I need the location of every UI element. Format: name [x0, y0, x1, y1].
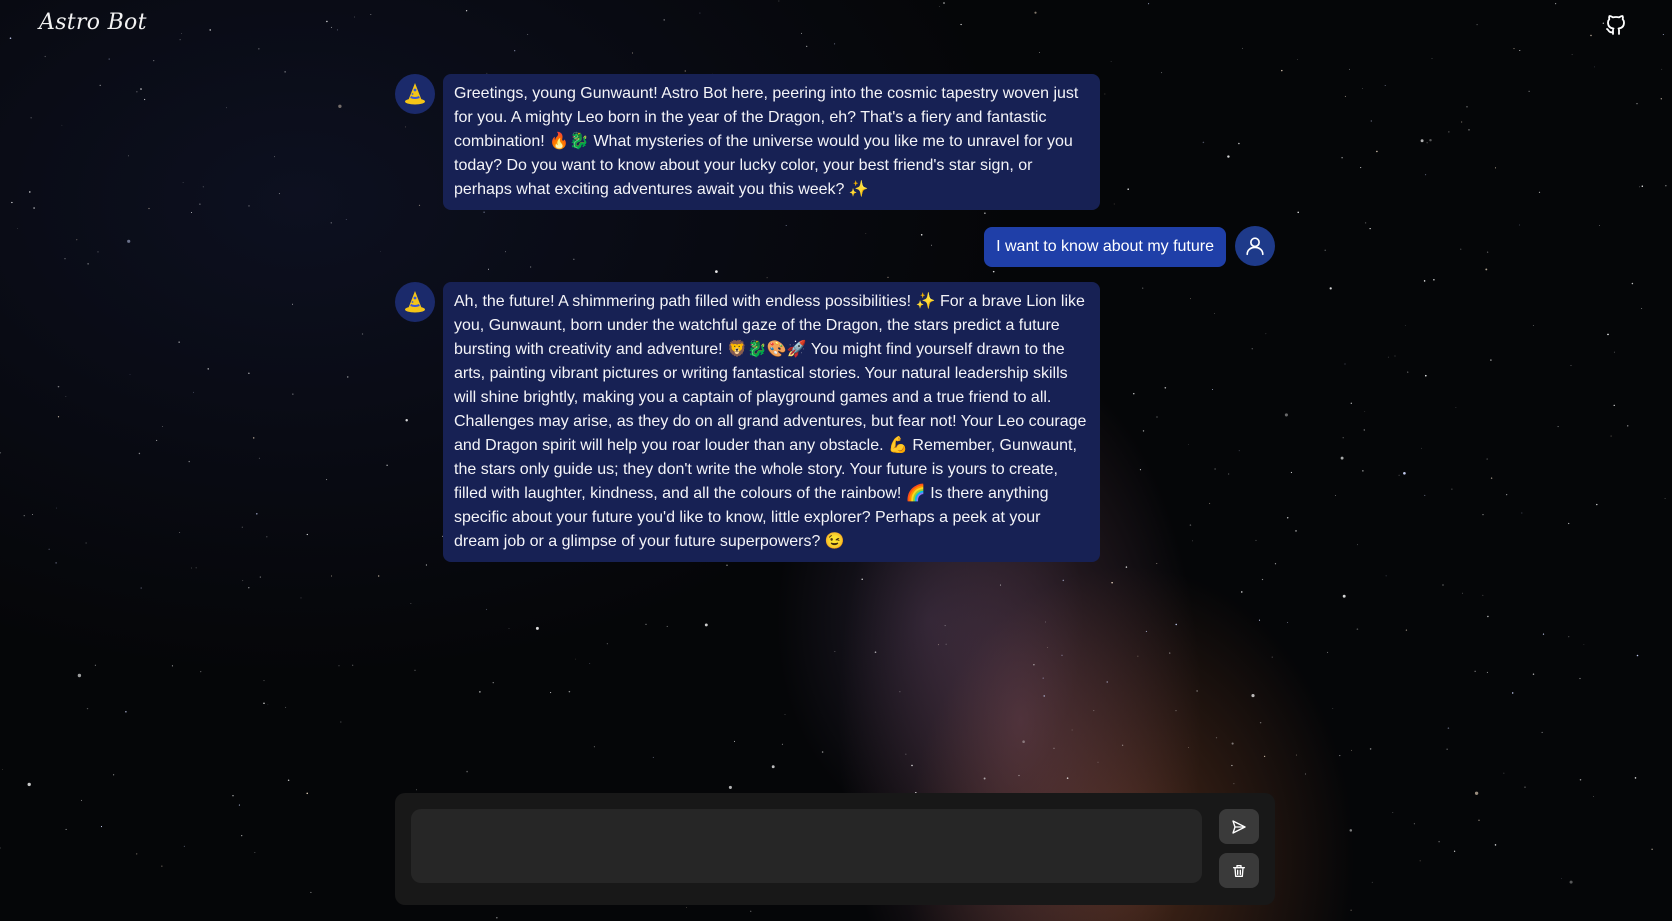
send-icon: [1232, 819, 1246, 834]
wizard-hat-icon: [405, 291, 425, 313]
message-composer: [395, 793, 1275, 905]
chat-thread: Greetings, young Gunwaunt! Astro Bot her…: [0, 0, 1672, 921]
bot-avatar: [395, 282, 435, 322]
user-avatar: [1235, 226, 1275, 266]
send-button[interactable]: [1219, 809, 1259, 844]
bot-message: Greetings, young Gunwaunt! Astro Bot her…: [443, 74, 1100, 210]
github-link[interactable]: [1604, 13, 1628, 37]
wizard-hat-icon: [405, 83, 425, 105]
message-input[interactable]: [411, 809, 1202, 883]
github-icon: [1606, 15, 1625, 35]
app-title: Astro Bot: [39, 10, 147, 35]
user-icon: [1246, 237, 1264, 256]
user-message: I want to know about my future: [984, 227, 1226, 267]
bot-message: Ah, the future! A shimmering path filled…: [443, 282, 1100, 562]
app-header: Astro Bot: [0, 0, 1672, 52]
clear-chat-button[interactable]: [1219, 853, 1259, 888]
trash-icon: [1233, 864, 1245, 877]
bot-avatar: [395, 74, 435, 114]
